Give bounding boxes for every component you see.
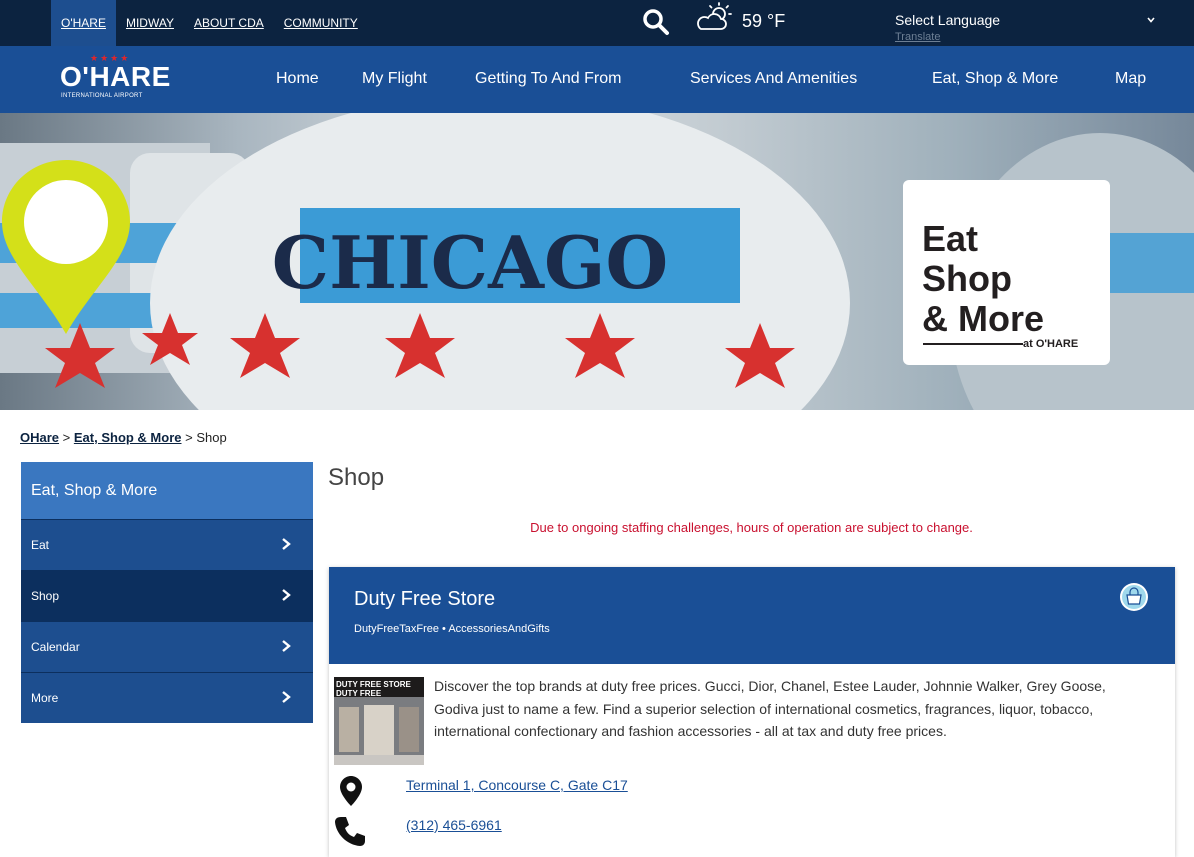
badge-at: at O'HARE [1023, 338, 1079, 350]
utility-links: O'HARE MIDWAY ABOUT CDA COMMUNITY [51, 0, 368, 46]
temperature: 59 °F [742, 11, 786, 31]
shopping-bag-icon [1120, 583, 1148, 611]
breadcrumb-separator: > [62, 430, 71, 445]
eat-shop-more-badge: Eat Shop & More at O'HARE [903, 180, 1110, 365]
thumbnail-sign: DUTY FREE STORE DUTY FREE [336, 680, 411, 698]
sidebar-item-label: Eat [31, 538, 50, 552]
nav-map[interactable]: Map [1115, 70, 1146, 88]
ohare-logo[interactable]: ★★★★ O'HARE INTERNATIONAL AIRPORT [58, 53, 171, 105]
phone-icon [335, 817, 365, 846]
sidebar-item-label: More [31, 691, 59, 705]
page-title: Shop [328, 464, 385, 491]
breadcrumb: OHare > Eat, Shop & More > Shop [20, 430, 227, 445]
utility-bar: O'HARE MIDWAY ABOUT CDA COMMUNITY 59 °F … [0, 0, 1194, 46]
svg-text:CHICAGO: CHICAGO [272, 220, 668, 305]
sidebar-item-eat[interactable]: Eat [21, 519, 313, 570]
search-icon[interactable] [642, 8, 670, 36]
breadcrumb-separator: > [185, 430, 193, 445]
store-phone-link[interactable]: (312) 465-6961 [406, 817, 502, 833]
nav-home[interactable]: Home [276, 70, 319, 88]
utility-link-ohare[interactable]: O'HARE [51, 0, 116, 46]
nav-services-and-amenities[interactable]: Services And Amenities [690, 70, 857, 88]
store-name[interactable]: Duty Free Store [354, 588, 495, 611]
sidebar-item-calendar[interactable]: Calendar [21, 621, 313, 672]
sidebar: Eat, Shop & More Eat Shop Calendar More [21, 462, 313, 723]
breadcrumb-ohare[interactable]: OHare [20, 430, 59, 445]
nav-getting-to-and-from[interactable]: Getting To And From [475, 70, 621, 88]
logo-name: O'HARE [60, 61, 171, 92]
badge-line-3: & More [922, 298, 1045, 339]
chevron-right-icon [282, 691, 291, 703]
store-categories: DutyFreeTaxFree • AccessoriesAndGifts [354, 623, 550, 635]
language-select[interactable]: Select Language [895, 12, 1160, 28]
sidebar-heading: Eat, Shop & More [21, 462, 313, 519]
store-card-header: Duty Free Store DutyFreeTaxFree • Access… [329, 567, 1175, 664]
utility-link-community[interactable]: COMMUNITY [274, 0, 368, 46]
store-description: Discover the top brands at duty free pri… [434, 678, 1106, 739]
sidebar-item-label: Calendar [31, 640, 80, 654]
breadcrumb-current: Shop [196, 430, 227, 445]
chevron-down-icon [1147, 17, 1155, 23]
logo-subtitle: INTERNATIONAL AIRPORT [61, 93, 143, 99]
chevron-right-icon [282, 538, 291, 550]
utility-link-about-cda[interactable]: ABOUT CDA [184, 0, 274, 46]
translate-link[interactable]: Translate [895, 31, 940, 43]
staffing-notice: Due to ongoing staffing challenges, hour… [530, 520, 973, 535]
store-location-link[interactable]: Terminal 1, Concourse C, Gate C17 [406, 777, 628, 793]
partly-cloudy-icon [697, 2, 732, 30]
chevron-right-icon [282, 640, 291, 652]
chevron-right-icon [282, 589, 291, 601]
language-selector[interactable]: Select Language Translate [895, 4, 1165, 43]
map-pin-icon [2, 160, 130, 334]
nav-eat-shop-more[interactable]: Eat, Shop & More [932, 70, 1058, 88]
nav-my-flight[interactable]: My Flight [362, 70, 427, 88]
breadcrumb-eat-shop-more[interactable]: Eat, Shop & More [74, 430, 182, 445]
badge-line-1: Eat [922, 218, 979, 259]
store-card: Duty Free Store DutyFreeTaxFree • Access… [329, 567, 1175, 857]
badge-line-2: Shop [922, 258, 1012, 299]
hero-banner: CHICAGO Eat Shop & More at O'HARE [0, 113, 1194, 410]
sidebar-item-label: Shop [31, 589, 60, 603]
sidebar-item-more[interactable]: More [21, 672, 313, 723]
store-thumbnail: DUTY FREE STORE DUTY FREE [334, 677, 424, 765]
utility-link-midway[interactable]: MIDWAY [116, 0, 184, 46]
sidebar-item-shop[interactable]: Shop [21, 570, 313, 621]
badge-rule [923, 343, 1023, 345]
location-pin-icon [340, 776, 362, 806]
